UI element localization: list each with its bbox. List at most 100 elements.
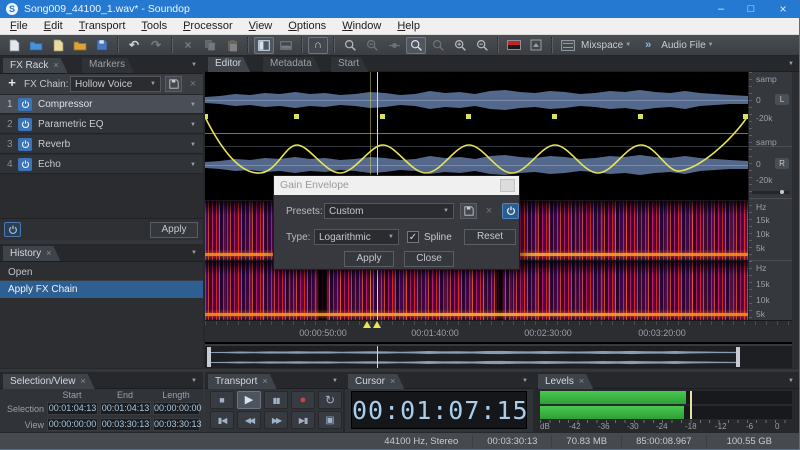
panel-menu-icon[interactable]: ▼ xyxy=(191,378,197,384)
selection-marker-icon[interactable] xyxy=(363,321,371,328)
delete-button[interactable]: × xyxy=(178,37,198,54)
tab-fx-rack[interactable]: FX Rack× xyxy=(3,58,68,73)
fx-row-echo[interactable]: 4 Echo ▼ xyxy=(0,155,203,174)
save-button[interactable] xyxy=(92,37,112,54)
pause-button[interactable]: ▮▮ xyxy=(264,391,288,409)
splitter-horizontal[interactable] xyxy=(0,240,203,244)
tab-cursor[interactable]: Cursor× xyxy=(348,374,404,389)
menu-options[interactable]: Options xyxy=(280,18,334,34)
mixspace-dropdown[interactable]: Mixspace xyxy=(581,40,623,51)
close-tab-icon[interactable]: × xyxy=(390,376,395,386)
ruler-zoom-slider[interactable] xyxy=(752,191,790,194)
zoom-out-full-icon[interactable] xyxy=(472,37,492,54)
show-bottom-panel-button[interactable] xyxy=(276,37,296,54)
panel-menu-icon[interactable]: ▼ xyxy=(191,62,197,68)
dialog-close-button[interactable] xyxy=(500,179,515,192)
zoom-out-icon[interactable] xyxy=(428,37,448,54)
fx-row-menu-icon[interactable]: ▼ xyxy=(190,142,196,148)
menu-view[interactable]: View xyxy=(241,18,281,34)
view-length-field[interactable]: 00:03:30:13 xyxy=(153,418,200,431)
fast-forward-button[interactable]: ▶▶ xyxy=(264,411,288,429)
tab-metadata[interactable]: Metadata xyxy=(263,57,321,72)
mixspace-caret-icon[interactable]: ▼ xyxy=(625,42,631,48)
close-tab-icon[interactable]: × xyxy=(579,376,584,386)
menu-transport[interactable]: Transport xyxy=(71,18,134,34)
show-panels-button[interactable] xyxy=(254,37,274,54)
overview-range-handle-right[interactable] xyxy=(736,347,740,367)
go-to-end-button[interactable]: ▶▮ xyxy=(291,411,315,429)
play-button[interactable]: ▶ xyxy=(237,391,261,409)
view-end-field[interactable]: 00:03:30:13 xyxy=(100,418,151,431)
splitter-bottom-1[interactable] xyxy=(343,372,345,432)
dialog-close-button-2[interactable]: Close xyxy=(404,251,454,267)
rewind-button[interactable]: ◀◀ xyxy=(237,411,261,429)
open-session-button[interactable] xyxy=(70,37,90,54)
menu-edit[interactable]: Edit xyxy=(36,18,71,34)
panel-menu-icon[interactable]: ▼ xyxy=(332,378,338,384)
file-overview-strip[interactable] xyxy=(205,344,792,368)
cursor-time-display[interactable]: 00:01:07:15 xyxy=(351,391,527,429)
tab-editor[interactable]: Editor xyxy=(208,57,250,72)
power-icon[interactable] xyxy=(18,98,32,111)
save-preset-button[interactable] xyxy=(460,203,477,219)
loop-button[interactable]: ↻ xyxy=(318,391,342,409)
stop-all-button[interactable]: ▣ xyxy=(318,411,342,429)
selection-end-field[interactable]: 00:01:04:13 xyxy=(100,402,151,415)
add-effect-button[interactable]: + xyxy=(5,76,19,90)
envelope-power-button[interactable] xyxy=(502,203,519,219)
splitter-vertical[interactable] xyxy=(203,56,205,368)
zoom-selection-icon[interactable] xyxy=(340,37,360,54)
tab-history[interactable]: History× xyxy=(3,246,60,261)
fx-rack-power-button[interactable] xyxy=(4,222,21,237)
undo-button[interactable]: ↶ xyxy=(124,37,144,54)
minimize-button[interactable]: – xyxy=(706,3,736,15)
close-tab-icon[interactable]: × xyxy=(80,376,85,386)
new-session-button[interactable] xyxy=(48,37,68,54)
delete-preset-button[interactable]: × xyxy=(482,203,496,219)
apply-fx-button[interactable]: Apply xyxy=(150,222,198,238)
tab-start[interactable]: Start xyxy=(331,57,368,72)
menu-file[interactable]: File xyxy=(2,18,36,34)
close-button[interactable]: × xyxy=(766,2,800,16)
close-tab-icon[interactable]: × xyxy=(53,60,58,70)
reset-button[interactable]: Reset xyxy=(464,229,516,245)
audio-file-caret-icon[interactable]: ▼ xyxy=(708,42,714,48)
zoom-in-icon[interactable] xyxy=(406,37,426,54)
power-icon[interactable] xyxy=(18,138,32,151)
fx-row-reverb[interactable]: 3 Reverb ▼ xyxy=(0,135,203,154)
menu-help[interactable]: Help xyxy=(389,18,428,34)
copy-button[interactable] xyxy=(200,37,220,54)
selection-length-field[interactable]: 00:00:00:00 xyxy=(153,402,200,415)
redo-button[interactable]: ↷ xyxy=(146,37,166,54)
fx-row-parametric-eq[interactable]: 2 Parametric EQ ▼ xyxy=(0,115,203,134)
snap-toggle-button[interactable]: ∩ xyxy=(308,37,328,54)
fx-row-menu-icon[interactable]: ▼ xyxy=(190,162,196,168)
history-item-open[interactable]: Open xyxy=(0,264,203,281)
dialog-apply-button[interactable]: Apply xyxy=(344,251,394,267)
close-tab-icon[interactable]: × xyxy=(262,376,267,386)
menu-window[interactable]: Window xyxy=(334,18,389,34)
new-file-button[interactable] xyxy=(4,37,24,54)
history-item-apply-fx-chain[interactable]: Apply FX Chain xyxy=(0,281,203,298)
fx-row-compressor[interactable]: 1 Compressor ▼ xyxy=(0,95,203,114)
panel-menu-icon[interactable]: ▼ xyxy=(191,250,197,256)
save-chain-button[interactable] xyxy=(165,76,182,92)
fx-row-menu-icon[interactable]: ▼ xyxy=(190,122,196,128)
fx-chain-dropdown[interactable]: Hollow Voice▼ xyxy=(70,76,161,92)
record-button[interactable]: ● xyxy=(291,391,315,409)
spectral-display-toggle[interactable] xyxy=(504,37,524,54)
panel-menu-icon[interactable]: ▼ xyxy=(522,378,528,384)
tab-transport[interactable]: Transport× xyxy=(208,374,277,389)
timeline-ruler[interactable]: 00:00:50:00 00:01:40:00 00:02:30:00 00:0… xyxy=(205,320,792,342)
view-start-field[interactable]: 00:00:00:00 xyxy=(47,418,98,431)
paste-button[interactable] xyxy=(222,37,242,54)
power-icon[interactable] xyxy=(18,118,32,131)
spline-checkbox[interactable]: ✓ xyxy=(407,231,419,243)
tab-selection-view[interactable]: Selection/View× xyxy=(3,374,95,389)
switch-editor-icon[interactable] xyxy=(526,37,546,54)
splitter-bottom-2[interactable] xyxy=(533,372,535,432)
panel-menu-icon[interactable]: ▼ xyxy=(788,378,794,384)
tab-levels[interactable]: Levels× xyxy=(538,374,593,389)
close-tab-icon[interactable]: × xyxy=(46,248,51,258)
presets-dropdown[interactable]: Custom▼ xyxy=(324,203,454,219)
